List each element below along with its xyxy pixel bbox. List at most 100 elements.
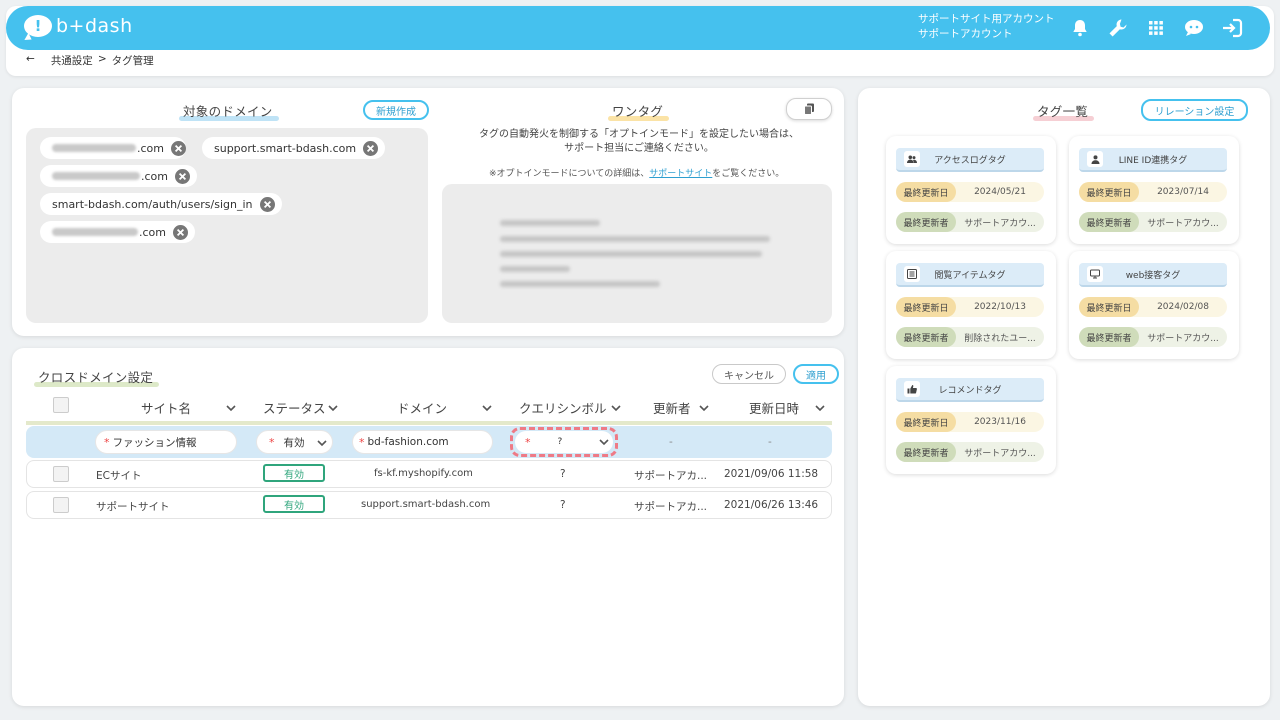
relation-settings-button[interactable]: リレーション設定 <box>1141 99 1248 121</box>
blurred-code-line <box>500 220 600 226</box>
remove-chip-icon[interactable] <box>175 168 190 184</box>
column-updated-at[interactable]: 更新日時 <box>749 398 799 417</box>
domain-chip: .com <box>40 137 186 159</box>
blurred-code-line <box>500 281 660 287</box>
tag-tile-header: LINE ID連携タグ <box>1079 148 1227 172</box>
tag-tile[interactable]: 閲覧アイテムタグ 最終更新日 2022/10/13 最終更新者 削除されたユー... <box>886 251 1056 359</box>
last-updater-row: 最終更新者 削除されたユー... <box>896 327 1044 347</box>
last-updater-label: 最終更新者 <box>1079 212 1139 232</box>
list-icon <box>904 266 920 282</box>
domain-chip: .com <box>40 165 197 187</box>
tag-list-title: タグ一覧 <box>1032 101 1095 121</box>
status-select[interactable]: * 有効 <box>256 430 333 454</box>
new-domain-button[interactable]: 新規作成 <box>363 100 429 120</box>
tag-tile[interactable]: web接客タグ 最終更新日 2024/02/08 最終更新者 サポートアカウ... <box>1069 251 1239 359</box>
copy-icon <box>803 103 814 115</box>
onetag-note: ※オプトインモードについての詳細は、サポートサイトをご覧ください。 <box>489 166 784 179</box>
remove-chip-icon[interactable] <box>363 140 379 156</box>
cancel-button[interactable]: キャンセル <box>712 364 786 384</box>
tag-name: レコメンドタグ <box>938 385 1002 396</box>
apply-button[interactable]: 適用 <box>793 364 839 384</box>
edit-updater: - <box>669 436 673 448</box>
site-name-input[interactable]: * ファッション情報 <box>95 430 237 454</box>
account-line2: サポートアカウント <box>918 28 1013 40</box>
chevron-down-icon <box>317 440 327 447</box>
column-query-symbol[interactable]: クエリシンボル <box>519 398 607 417</box>
wrench-icon[interactable] <box>1106 12 1130 44</box>
bell-icon[interactable] <box>1068 12 1092 44</box>
column-site-name[interactable]: サイト名 <box>141 398 191 417</box>
last-updated-row: 最終更新日 2023/07/14 <box>1079 182 1227 202</box>
domain-chip: .com <box>40 221 195 243</box>
row-domain: fs-kf.myshopify.com <box>374 468 473 479</box>
remove-chip-icon[interactable] <box>171 140 186 156</box>
tag-tile-header: 閲覧アイテムタグ <box>896 263 1044 287</box>
status-badge: 有効 <box>263 495 325 513</box>
last-updater-row: 最終更新者 サポートアカウ... <box>896 212 1044 232</box>
chevron-down-icon[interactable] <box>481 402 493 414</box>
last-updater-label: 最終更新者 <box>896 327 956 347</box>
remove-chip-icon[interactable] <box>259 196 275 212</box>
last-updater-label: 最終更新者 <box>1079 327 1139 347</box>
column-updater[interactable]: 更新者 <box>653 398 691 417</box>
required-mark: * <box>359 435 365 449</box>
back-arrow-icon[interactable]: ← <box>26 53 35 68</box>
chat-bot-icon[interactable] <box>1182 12 1206 44</box>
users-icon <box>904 151 920 167</box>
logout-icon[interactable] <box>1220 12 1244 44</box>
status-value: 有効 <box>283 436 305 449</box>
onetag-section-title: ワンタグ <box>607 101 670 121</box>
last-updater-value: サポートアカウ... <box>964 448 1036 459</box>
breadcrumb-separator: > <box>97 53 107 65</box>
last-updater-value: サポートアカウ... <box>964 218 1036 229</box>
apps-grid-icon[interactable] <box>1144 12 1168 44</box>
last-updated-label: 最終更新日 <box>1079 182 1139 202</box>
tag-name: web接客タグ <box>1125 270 1181 281</box>
blurred-code-line <box>500 266 570 272</box>
breadcrumb-level1[interactable]: 共通設定 <box>51 53 93 68</box>
last-updated-label: 最終更新日 <box>896 182 956 202</box>
domain-chip-panel: .com support.smart-bdash.com .com smart-… <box>26 128 428 323</box>
tag-tile[interactable]: LINE ID連携タグ 最終更新日 2023/07/14 最終更新者 サポートアカウ… <box>1069 136 1239 244</box>
column-domain[interactable]: ドメイン <box>397 398 447 417</box>
row-checkbox[interactable] <box>53 497 69 513</box>
last-updater-value: サポートアカウ... <box>1147 218 1219 229</box>
copy-tag-button[interactable] <box>786 98 832 120</box>
row-updated-at: 2021/09/06 11:58 <box>724 468 819 480</box>
tag-tile[interactable]: レコメンドタグ 最終更新日 2023/11/16 最終更新者 サポートアカウ... <box>886 366 1056 474</box>
required-mark: * <box>104 435 110 449</box>
tag-tile-header: レコメンドタグ <box>896 378 1044 402</box>
chevron-down-icon[interactable] <box>814 402 826 414</box>
chevron-down-icon[interactable] <box>698 402 710 414</box>
breadcrumb-level2: タグ管理 <box>111 55 154 67</box>
select-all-checkbox[interactable] <box>53 397 69 413</box>
last-updater-label: 最終更新者 <box>896 212 956 232</box>
domain-chip-label: smart-bdash.com/auth/users/sign_in <box>52 197 253 211</box>
tag-code-panel <box>442 184 832 323</box>
row-site-name: サポートサイト <box>96 501 170 513</box>
row-domain: support.smart-bdash.com <box>361 499 491 510</box>
chevron-down-icon[interactable] <box>225 402 237 414</box>
support-site-link[interactable]: サポートサイト <box>649 169 712 179</box>
remove-chip-icon[interactable] <box>173 224 188 240</box>
last-updated-row: 最終更新日 2022/10/13 <box>896 297 1044 317</box>
last-updater-value: サポートアカウ... <box>1147 333 1219 344</box>
monitor-icon <box>1087 266 1103 282</box>
blurred-code-line <box>500 251 762 257</box>
last-updater-label: 最終更新者 <box>896 442 956 462</box>
thumbs-up-icon <box>904 381 920 397</box>
chevron-down-icon[interactable] <box>610 402 622 414</box>
tag-tile[interactable]: アクセスログタグ 最終更新日 2024/05/21 最終更新者 サポートアカウ... <box>886 136 1056 244</box>
row-checkbox[interactable] <box>53 466 69 482</box>
blurred-text <box>52 172 140 180</box>
domain-input[interactable]: * bd-fashion.com <box>352 430 493 454</box>
account-info[interactable]: サポートサイト用アカウント サポートアカウント <box>918 12 1055 42</box>
column-status[interactable]: ステータス <box>263 398 326 417</box>
logo[interactable]: ! b+dash <box>24 15 133 37</box>
chevron-down-icon[interactable] <box>327 402 339 414</box>
last-updater-row: 最終更新者 サポートアカウ... <box>1079 327 1227 347</box>
domain-value: bd-fashion.com <box>367 436 449 448</box>
last-updated-label: 最終更新日 <box>896 412 956 432</box>
user-icon <box>1087 151 1103 167</box>
row-updater: サポートアカ... <box>634 470 708 482</box>
